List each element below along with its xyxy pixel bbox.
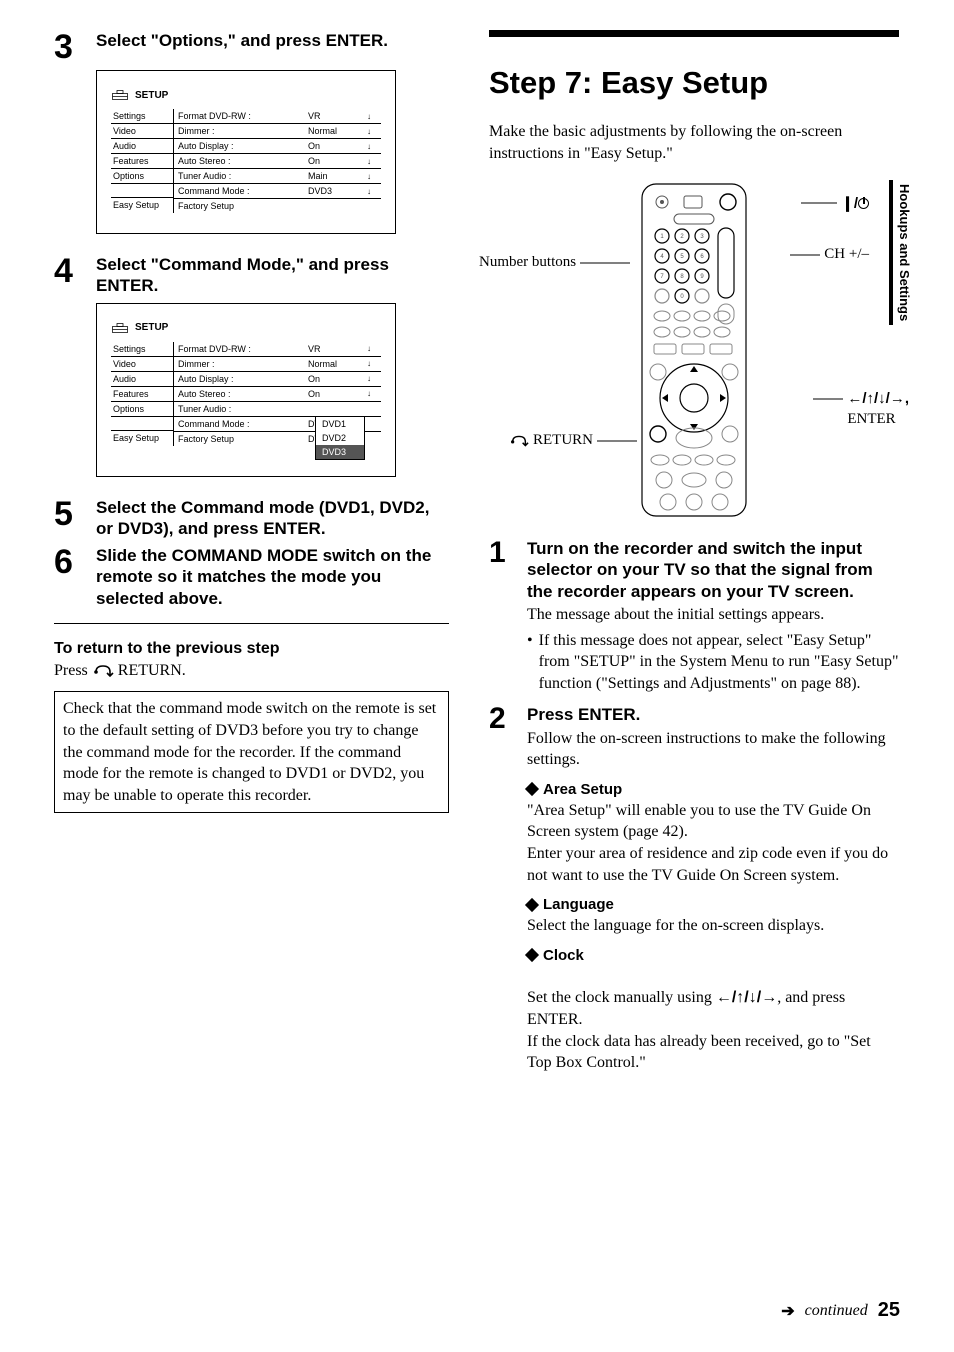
area-setup-body: "Area Setup" will enable you to use the … xyxy=(527,800,899,886)
right-step-1: 1 Turn on the recorder and switch the in… xyxy=(489,538,899,694)
setup-screenshot-1: SETUP Settings Video Audio Features Opti… xyxy=(96,70,396,234)
svg-text:6: 6 xyxy=(700,254,704,260)
svg-text:3: 3 xyxy=(700,234,704,240)
setup-menu: Settings Video Audio Features Options Ea… xyxy=(111,109,173,213)
return-icon xyxy=(509,434,529,448)
step-number: 4 xyxy=(54,254,88,288)
svg-text:8: 8 xyxy=(680,274,684,280)
note-box: Check that the command mode switch on th… xyxy=(54,691,449,813)
page-heading: Step 7: Easy Setup xyxy=(489,65,899,101)
command-mode-dropdown: DVD1 DVD2 DVD3 xyxy=(315,416,365,460)
return-icon xyxy=(92,664,114,678)
return-body: Press RETURN. xyxy=(54,660,449,682)
intro-text: Make the basic adjustments by following … xyxy=(489,121,899,164)
clock-heading: Clock xyxy=(527,947,899,964)
step-number: 6 xyxy=(54,545,88,579)
step-3: 3 Select "Options," and press ENTER. xyxy=(54,30,449,64)
step-title: Select "Command Mode," and press ENTER. xyxy=(96,254,449,297)
label-number-buttons: Number buttons xyxy=(479,254,630,271)
svg-text:9: 9 xyxy=(700,274,704,280)
label-arrows-enter: ←/↑/↓/→, ENTER xyxy=(813,390,909,428)
left-column: 3 Select "Options," and press ENTER. SET… xyxy=(54,30,449,1078)
toolbox-icon xyxy=(111,322,129,334)
setup-screenshot-2: SETUP Settings Video Audio Features Opti… xyxy=(96,303,396,477)
step-bullet: • If this message does not appear, selec… xyxy=(527,630,899,695)
step-5: 5 Select the Command mode (DVD1, DVD2, o… xyxy=(54,497,449,540)
right-column: Step 7: Easy Setup Make the basic adjust… xyxy=(489,30,899,1078)
step-title: Select the Command mode (DVD1, DVD2, or … xyxy=(96,497,449,540)
label-power: ❙/ xyxy=(801,194,869,212)
step-number: 5 xyxy=(54,497,88,531)
step-number: 3 xyxy=(54,30,88,64)
toolbox-icon xyxy=(111,89,129,101)
svg-text:0: 0 xyxy=(680,294,684,300)
language-heading: Language xyxy=(527,896,899,913)
step-number: 1 xyxy=(489,538,519,568)
svg-text:7: 7 xyxy=(660,274,664,280)
remote-diagram: 1 2 3 4 5 6 7 8 9 0 xyxy=(489,180,899,520)
page-number: 25 xyxy=(878,1299,900,1322)
language-body: Select the language for the on-screen di… xyxy=(527,915,899,937)
svg-text:1: 1 xyxy=(660,234,664,240)
step-title: Turn on the recorder and switch the inpu… xyxy=(527,538,899,602)
label-return: RETURN xyxy=(509,432,637,449)
step-6: 6 Slide the COMMAND MODE switch on the r… xyxy=(54,545,449,609)
svg-text:5: 5 xyxy=(680,254,684,260)
step-body: The message about the initial settings a… xyxy=(527,604,899,626)
step-title: Select "Options," and press ENTER. xyxy=(96,30,388,51)
label-ch: CH +/– xyxy=(790,246,869,263)
step-number: 2 xyxy=(489,704,519,734)
step-4: 4 Select "Command Mode," and press ENTER… xyxy=(54,254,449,297)
setup-options: Format DVD-RW :VR↓ Dimmer :Normal↓ Auto … xyxy=(173,109,381,213)
remote-icon: 1 2 3 4 5 6 7 8 9 0 xyxy=(634,180,754,520)
right-step-2: 2 Press ENTER. Follow the on-screen inst… xyxy=(489,704,899,1073)
step-body: Follow the on-screen instructions to mak… xyxy=(527,728,899,771)
step-title: Press ENTER. xyxy=(527,704,899,725)
clock-body: Set the clock manually using ←/↑/↓/→, an… xyxy=(527,966,899,1074)
area-setup-heading: Area Setup xyxy=(527,781,899,798)
step-title: Slide the COMMAND MODE switch on the rem… xyxy=(96,545,449,609)
setup-header: SETUP xyxy=(111,89,381,101)
svg-text:2: 2 xyxy=(680,234,684,240)
svg-text:4: 4 xyxy=(660,254,664,260)
footer: ➔ continued 25 xyxy=(781,1299,900,1322)
return-heading: To return to the previous step xyxy=(54,640,449,658)
